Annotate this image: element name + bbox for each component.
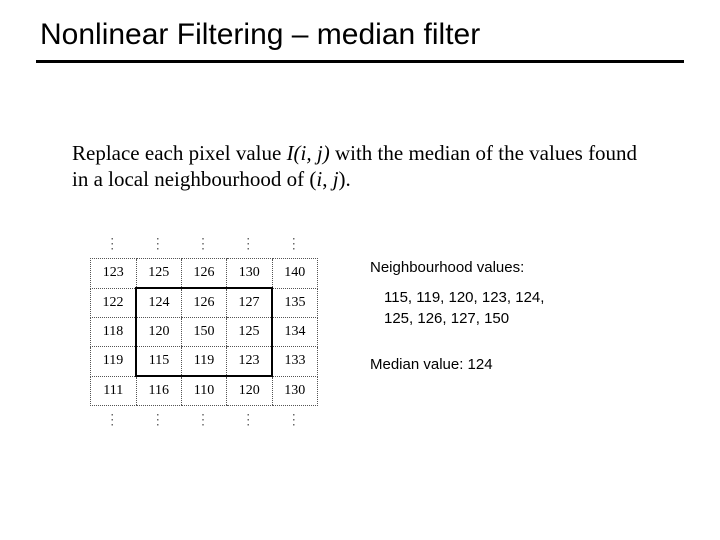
cell-nb-center: 150 (182, 318, 227, 347)
slide: Nonlinear Filtering – median filter Repl… (0, 0, 720, 540)
dots-bottom: ⋮ (182, 406, 227, 435)
cell: 140 (272, 259, 318, 289)
dots-top: ⋮ (272, 230, 318, 259)
dots-bottom: ⋮ (227, 406, 273, 435)
cell: 126 (182, 259, 227, 289)
cell-nb: 125 (227, 318, 273, 347)
side-panel: Neighbourhood values: 115, 119, 120, 123… (370, 258, 670, 375)
dots-top: ⋮ (182, 230, 227, 259)
cell: 130 (272, 376, 318, 406)
dots-top: ⋮ (227, 230, 273, 259)
pixel-grid-figure: ⋮ ⋮ ⋮ ⋮ ⋮ 123 125 126 130 140 122 124 12… (90, 230, 318, 434)
pixel-grid: ⋮ ⋮ ⋮ ⋮ ⋮ 123 125 126 130 140 122 124 12… (90, 230, 318, 434)
body-Iij: I(i, j) (287, 141, 330, 165)
cell: 119 (91, 347, 137, 377)
cell-nb: 123 (227, 347, 273, 377)
dots-bottom: ⋮ (136, 406, 182, 435)
cell: 134 (272, 318, 318, 347)
values-line: 115, 119, 120, 123, 124, (384, 288, 670, 308)
cell: 110 (182, 376, 227, 406)
page-title: Nonlinear Filtering – median filter (40, 18, 480, 52)
cell: 133 (272, 347, 318, 377)
cell-nb: 119 (182, 347, 227, 377)
body-text: Replace each pixel value I(i, j) with th… (72, 140, 652, 193)
cell: 123 (91, 259, 137, 289)
cell: 111 (91, 376, 137, 406)
cell: 116 (136, 376, 182, 406)
cell: 120 (227, 376, 273, 406)
dots-bottom: ⋮ (91, 406, 137, 435)
cell: 135 (272, 288, 318, 318)
cell: 130 (227, 259, 273, 289)
cell-nb: 127 (227, 288, 273, 318)
body-suffix: ). (339, 167, 351, 191)
dots-top: ⋮ (136, 230, 182, 259)
dots-top: ⋮ (91, 230, 137, 259)
values-line: 125, 126, 127, 150 (384, 309, 670, 329)
body-comma: , (322, 167, 333, 191)
body-prefix: Replace each pixel value (72, 141, 287, 165)
cell-nb: 124 (136, 288, 182, 318)
neighbourhood-values: 115, 119, 120, 123, 124, 125, 126, 127, … (370, 288, 670, 329)
cell: 125 (136, 259, 182, 289)
cell: 122 (91, 288, 137, 318)
cell: 118 (91, 318, 137, 347)
cell-nb: 126 (182, 288, 227, 318)
title-underline (36, 60, 684, 63)
dots-bottom: ⋮ (272, 406, 318, 435)
cell-nb: 115 (136, 347, 182, 377)
median-value: Median value: 124 (370, 355, 670, 375)
cell-nb: 120 (136, 318, 182, 347)
neighbourhood-label: Neighbourhood values: (370, 258, 670, 278)
